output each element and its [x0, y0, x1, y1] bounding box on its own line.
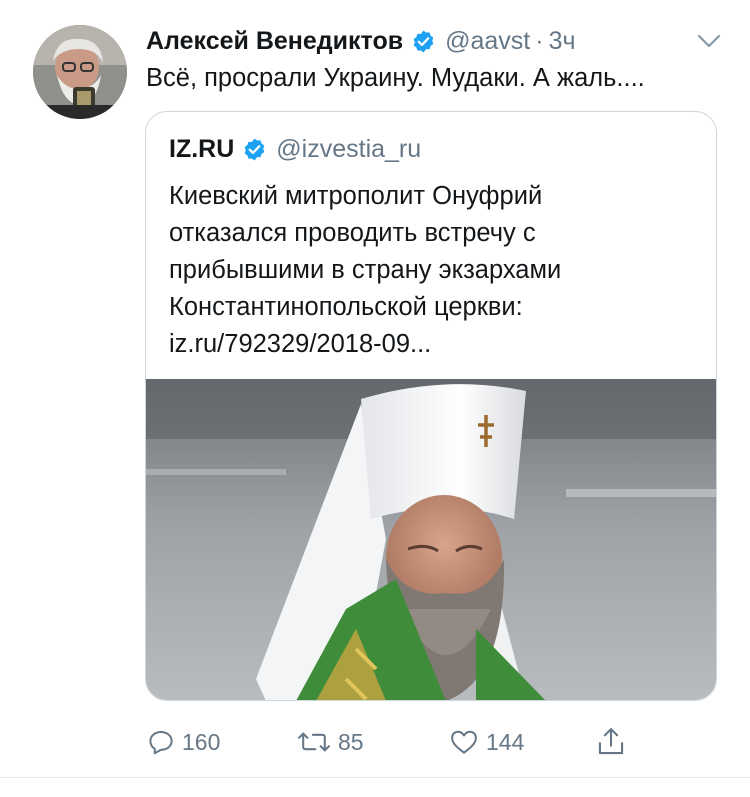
retweet-count: 85 [338, 728, 364, 755]
quoted-text-line: Киевский митрополит Онуфрий [169, 182, 543, 210]
quoted-text-line: Константинопольской церкви: [169, 293, 523, 321]
reply-icon [146, 727, 176, 757]
separator-dot: · [535, 26, 544, 55]
share-button[interactable] [596, 722, 626, 762]
avatar[interactable] [33, 25, 127, 119]
reply-button[interactable]: 160 [146, 722, 220, 762]
chevron-down-icon[interactable] [697, 33, 721, 49]
quoted-tweet[interactable]: IZ.RU @izvestia_ru Киевский митрополит О… [145, 111, 717, 701]
tweet-text: Всё, просрали Украину. Мудаки. А жаль...… [146, 64, 645, 92]
share-icon [596, 726, 626, 758]
quoted-author-name: IZ.RU [169, 134, 235, 163]
reply-count: 160 [182, 728, 221, 755]
retweet-button[interactable]: 85 [296, 722, 364, 762]
verified-badge-icon [411, 29, 436, 54]
quoted-text-line: прибывшими в страну экзархами [169, 256, 562, 284]
quoted-photo[interactable] [146, 379, 716, 700]
author-name[interactable]: Алексей Венедиктов [146, 27, 403, 56]
tweet-actions: 160 85 144 [146, 722, 646, 762]
divider [0, 777, 750, 778]
quoted-link[interactable]: iz.ru/792329/2018-09... [169, 326, 699, 363]
quoted-author-handle: @izvestia_ru [276, 134, 422, 163]
retweet-icon [296, 727, 332, 757]
tweet[interactable]: Алексей Венедиктов @aavst · 3ч Всё, прос… [0, 0, 750, 797]
quoted-text: Киевский митрополит Онуфрий отказался пр… [169, 178, 699, 363]
quoted-header: IZ.RU @izvestia_ru [169, 132, 421, 166]
like-icon [448, 727, 480, 757]
verified-badge-icon [242, 137, 267, 162]
timestamp[interactable]: 3ч [549, 27, 576, 56]
tweet-header: Алексей Венедиктов @aavst · 3ч [146, 24, 576, 58]
author-handle[interactable]: @aavst [445, 27, 530, 56]
like-count: 144 [486, 728, 525, 755]
like-button[interactable]: 144 [448, 722, 524, 762]
quoted-text-line: отказался проводить встречу с [169, 219, 536, 247]
